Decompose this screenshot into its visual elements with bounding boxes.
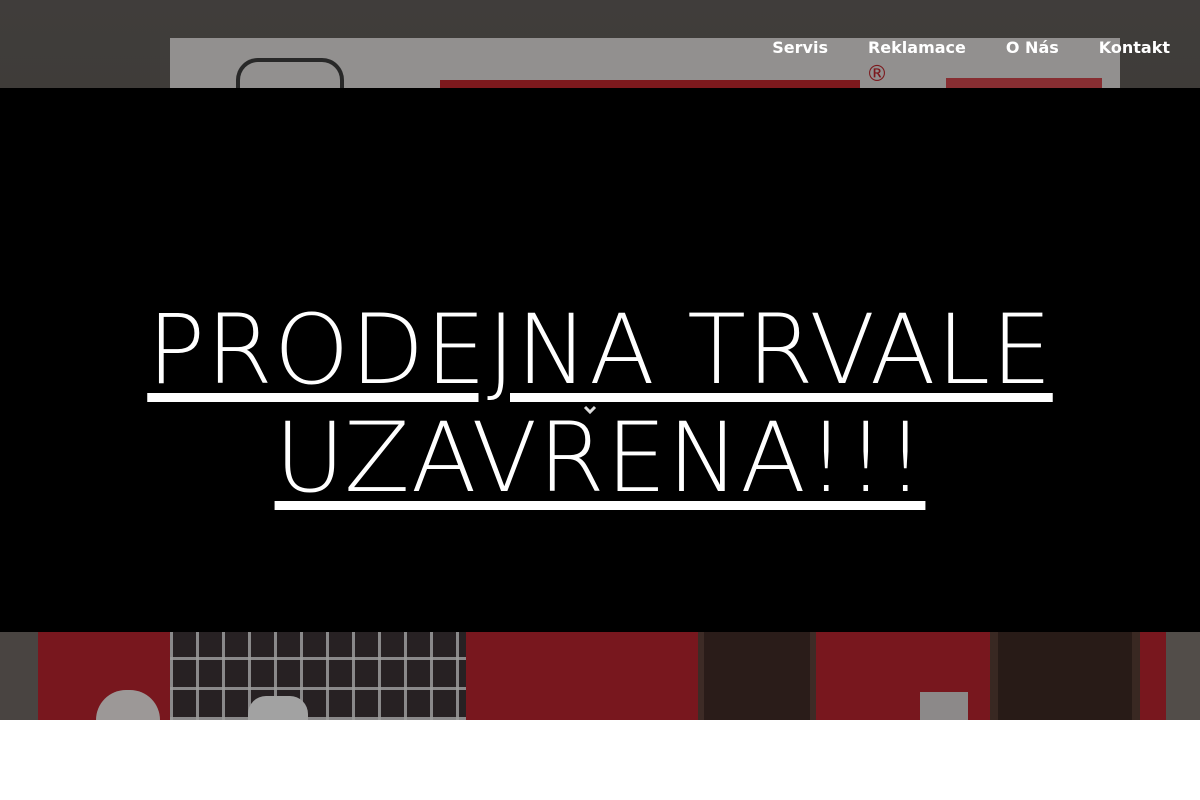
nav-item-servis[interactable]: Servis bbox=[772, 36, 828, 60]
chevron-down-icon[interactable] bbox=[582, 402, 598, 418]
nav-item-kontakt[interactable]: Kontakt bbox=[1099, 36, 1170, 60]
headline-line-2[interactable]: UZAVRENA!!! bbox=[275, 402, 926, 514]
chevron-down-icon-glyph bbox=[583, 405, 597, 415]
nav-item-o-nas[interactable]: O Nás bbox=[1006, 36, 1059, 60]
page-title: PRODEJNA TRVALE UZAVRENA!!! bbox=[0, 296, 1200, 512]
main-nav: Servis Reklamace O Nás Kontakt bbox=[772, 36, 1170, 60]
headline-line-1[interactable]: PRODEJNA TRVALE bbox=[147, 294, 1052, 406]
nav-item-reklamace[interactable]: Reklamace bbox=[868, 36, 966, 60]
page-content-area bbox=[0, 720, 1200, 800]
